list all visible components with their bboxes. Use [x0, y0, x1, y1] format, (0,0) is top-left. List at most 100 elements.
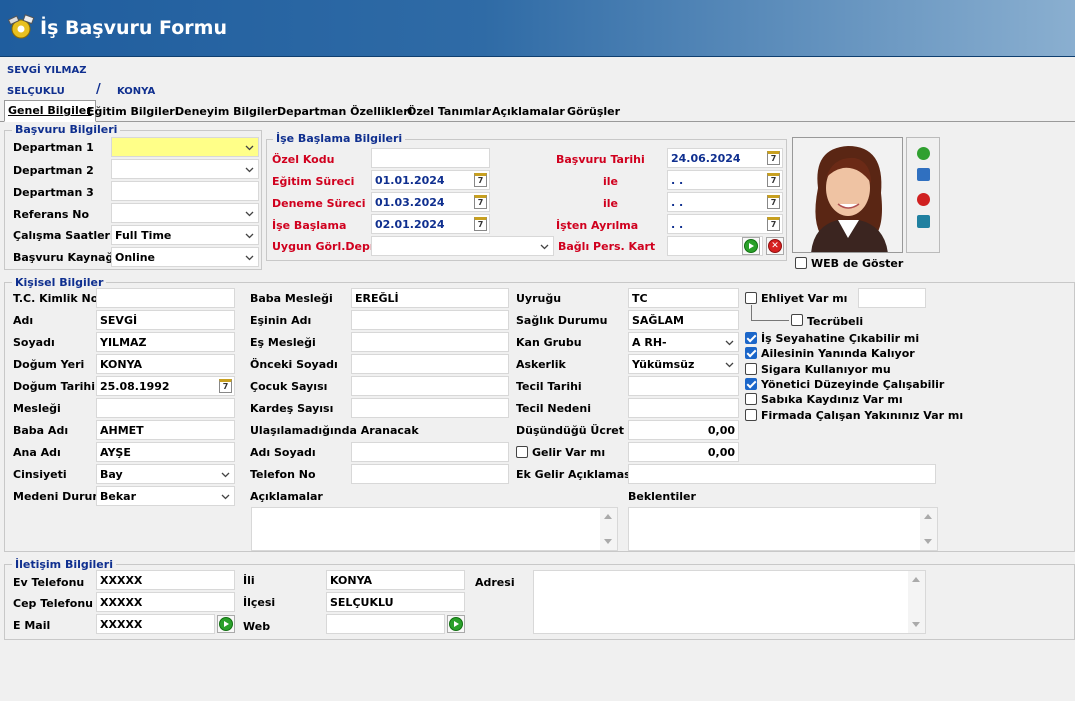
calendar-icon[interactable]: 7	[767, 217, 780, 231]
tab-genel-bilgiler[interactable]: Genel Bilgiler	[4, 100, 96, 122]
cep-telefonu-label: Cep Telefonu	[13, 597, 93, 610]
cinsiyeti-select[interactable]: Bay	[96, 464, 235, 484]
gelir-var-field[interactable]: 0,00	[628, 442, 739, 462]
ise-baslama-date[interactable]: 02.01.2024 7	[371, 214, 490, 234]
calendar-icon[interactable]: 7	[219, 379, 232, 393]
calendar-icon[interactable]: 7	[767, 195, 780, 209]
adi-soyadi-field[interactable]	[351, 442, 509, 462]
ehliyet-checkbox[interactable]	[745, 292, 757, 304]
tab-aciklamalar[interactable]: Açıklamalar	[489, 102, 568, 122]
calendar-icon[interactable]: 7	[474, 195, 487, 209]
sigara-checkbox[interactable]	[745, 363, 757, 375]
is-seyahati-checkbox[interactable]	[745, 332, 757, 344]
sabika-label: Sabıka Kaydınız Var mı	[761, 393, 903, 406]
ili-field[interactable]: KONYA	[326, 570, 465, 590]
kardes-sayisi-field[interactable]	[351, 398, 509, 418]
web-field[interactable]	[326, 614, 445, 634]
ek-gelir-label: Ek Gelir Açıklaması	[516, 468, 635, 481]
baba-meslegi-field[interactable]: EREĞLİ	[351, 288, 509, 308]
beklentiler-scrollbar[interactable]	[920, 508, 937, 550]
calendar-icon[interactable]: 7	[474, 173, 487, 187]
adresi-scrollbar[interactable]	[908, 571, 925, 633]
web-open-button[interactable]	[447, 615, 465, 633]
tab-gorusler[interactable]: Görüşler	[564, 102, 623, 122]
egitim-sureci-date[interactable]: 01.01.2024 7	[371, 170, 490, 190]
meslegi-field[interactable]	[96, 398, 235, 418]
adi-field[interactable]: SEVGİ	[96, 310, 235, 330]
add-photo-icon[interactable]	[917, 147, 930, 160]
sabika-checkbox[interactable]	[745, 393, 757, 405]
dogum-yeri-field[interactable]: KONYA	[96, 354, 235, 374]
kan-grubu-select[interactable]: A RH-	[628, 332, 739, 352]
delete-icon: ✕	[768, 239, 782, 253]
calendar-icon[interactable]: 7	[474, 217, 487, 231]
ozel-kodu-field[interactable]	[371, 148, 490, 168]
bagli-pers-go-button[interactable]	[742, 237, 760, 255]
isten-ayrilma-date[interactable]: . .7	[667, 214, 783, 234]
tab-departman-ozellikleri[interactable]: Departman Özellikleri	[274, 102, 415, 122]
basvuru-tarihi-date[interactable]: 24.06.2024 7	[667, 148, 783, 168]
uygun-gorl-select[interactable]	[371, 236, 554, 256]
adresi-textarea[interactable]	[533, 570, 926, 634]
ili-label: İli	[243, 574, 255, 587]
esinin-adi-field[interactable]	[351, 310, 509, 330]
deneme-sureci-date[interactable]: 01.03.2024 7	[371, 192, 490, 212]
uyrugu-field[interactable]: TC	[628, 288, 739, 308]
ailesinin-yaninda-checkbox[interactable]	[745, 347, 757, 359]
dogum-tarihi-date[interactable]: 25.08.1992 7	[96, 376, 235, 396]
cocuk-sayisi-field[interactable]	[351, 376, 509, 396]
tab-egitim-bilgileri[interactable]: Eğitim Bilgileri	[84, 102, 181, 122]
onceki-soyadi-field[interactable]	[351, 354, 509, 374]
referans-select[interactable]	[111, 203, 259, 223]
askerlik-select[interactable]: Yükümsüz	[628, 354, 739, 374]
referans-label: Referans No	[13, 208, 89, 221]
yonetici-checkbox[interactable]	[745, 378, 757, 390]
delete-photo-icon[interactable]	[917, 193, 930, 206]
web-goster-checkbox[interactable]	[795, 257, 807, 269]
aciklamalar-textarea[interactable]	[251, 507, 618, 551]
ek-gelir-field[interactable]	[628, 464, 936, 484]
baba-adi-field[interactable]: AHMET	[96, 420, 235, 440]
tecrubeli-checkbox[interactable]	[791, 314, 803, 326]
ise-baslama-group-title: İşe Başlama Bilgileri	[273, 132, 406, 145]
calendar-icon[interactable]: 7	[767, 173, 780, 187]
medeni-durum-select[interactable]: Bekar	[96, 486, 235, 506]
tecil-tarihi-label: Tecil Tarihi	[516, 380, 582, 393]
ev-telefonu-field[interactable]: XXXXX	[96, 570, 235, 590]
departman2-select[interactable]	[111, 159, 259, 179]
departman1-select[interactable]	[111, 137, 259, 157]
ilcesi-field[interactable]: SELÇUKLU	[326, 592, 465, 612]
tab-ozel-tanimlar[interactable]: Özel Tanımlar	[404, 102, 494, 122]
aciklamalar-scrollbar[interactable]	[600, 508, 617, 550]
beklentiler-textarea[interactable]	[628, 507, 938, 551]
ile-date-2[interactable]: . .7	[667, 192, 783, 212]
es-meslegi-field[interactable]	[351, 332, 509, 352]
scan-photo-icon[interactable]	[917, 168, 930, 181]
kaynak-select[interactable]: Online	[111, 247, 259, 267]
ana-adi-field[interactable]: AYŞE	[96, 442, 235, 462]
dusundugu-ucret-field[interactable]: 0,00	[628, 420, 739, 440]
ehliyet-field[interactable]	[858, 288, 926, 308]
ile-date-1[interactable]: . .7	[667, 170, 783, 190]
tab-deneyim-bilgileri[interactable]: Deneyim Bilgileri	[172, 102, 284, 122]
gelir-var-checkbox[interactable]	[516, 446, 528, 458]
applicant-name: SEVGİ YILMAZ	[7, 65, 87, 76]
soyadi-field[interactable]: YILMAZ	[96, 332, 235, 352]
telefon-no-field[interactable]	[351, 464, 509, 484]
adi-label: Adı	[13, 314, 34, 327]
departman3-field[interactable]	[111, 181, 259, 201]
email-send-button[interactable]	[217, 615, 235, 633]
cep-telefonu-field[interactable]: XXXXX	[96, 592, 235, 612]
firmada-yakin-checkbox[interactable]	[745, 409, 757, 421]
calisma-select[interactable]: Full Time	[111, 225, 259, 245]
applicant-city: KONYA	[117, 86, 156, 97]
export-photo-icon[interactable]	[917, 215, 930, 228]
tecil-tarihi-field[interactable]	[628, 376, 739, 396]
bagli-pers-clear-button[interactable]: ✕	[766, 237, 784, 255]
tecil-nedeni-field[interactable]	[628, 398, 739, 418]
saglik-durumu-field[interactable]: SAĞLAM	[628, 310, 739, 330]
tc-kimlik-field[interactable]	[96, 288, 235, 308]
uyrugu-label: Uyruğu	[516, 292, 562, 305]
email-field[interactable]: XXXXX	[96, 614, 215, 634]
calendar-icon[interactable]: 7	[767, 151, 780, 165]
